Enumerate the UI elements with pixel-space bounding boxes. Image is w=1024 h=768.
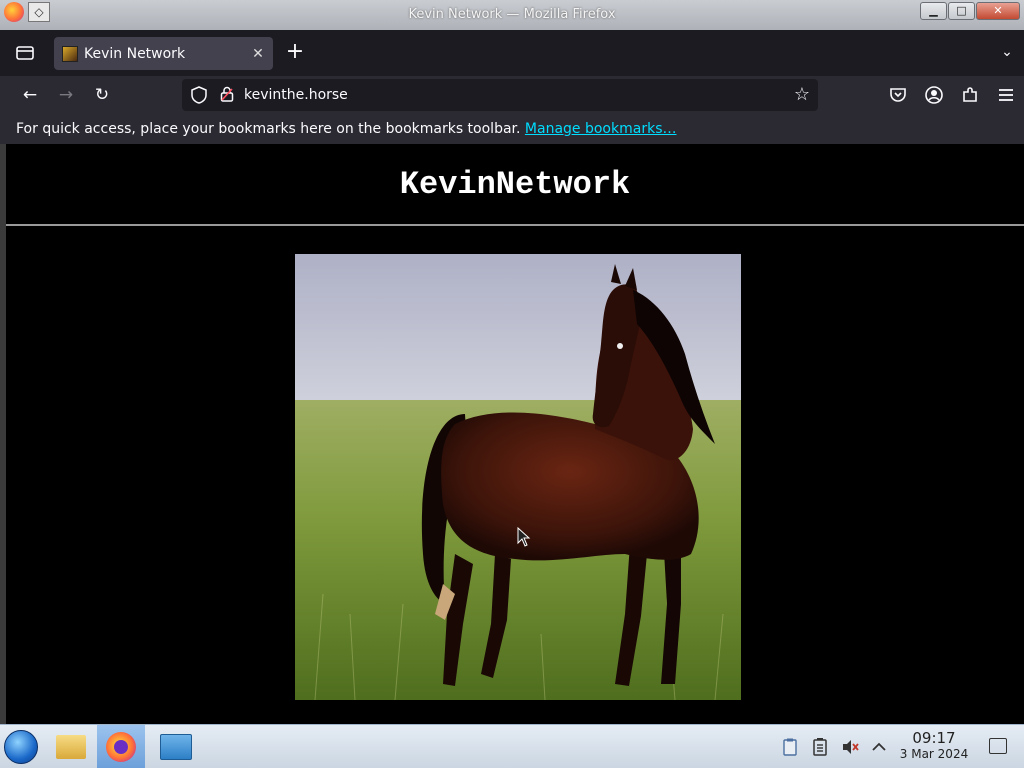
chevron-up-icon[interactable] [869, 737, 889, 757]
lock-icon[interactable] [220, 86, 234, 102]
taskbar: 09:17 3 Mar 2024 [0, 724, 1024, 768]
show-desktop-icon[interactable] [989, 738, 1007, 754]
mouse-cursor-icon [517, 527, 531, 547]
clock-date: 3 Mar 2024 [899, 747, 969, 761]
horse-image [295, 254, 741, 700]
window-title: Kevin Network — Mozilla Firefox [408, 7, 616, 22]
file-manager-launcher[interactable] [46, 725, 94, 768]
site-title: KevinNetwork [399, 166, 631, 203]
clock[interactable]: 09:17 3 Mar 2024 [896, 730, 972, 762]
url-text[interactable]: kevinthe.horse [244, 87, 348, 103]
hamburger-menu-icon[interactable] [996, 85, 1016, 105]
maximize-button[interactable]: □ [948, 2, 975, 20]
navigation-toolbar: ← → ↻ kevinthe.horse ☆ [0, 76, 1024, 114]
clipboard-icon[interactable] [780, 737, 800, 757]
folder-icon [56, 735, 86, 759]
list-all-tabs-icon[interactable]: ⌄ [998, 44, 1016, 62]
tab-kevin-network[interactable]: Kevin Network ✕ [54, 37, 273, 70]
firefox-icon [106, 732, 136, 762]
window-controls: ▁ □ ✕ [920, 2, 1020, 20]
account-icon[interactable] [924, 85, 944, 105]
back-button[interactable]: ← [20, 85, 40, 105]
site-favicon-icon [62, 45, 78, 62]
extensions-icon[interactable] [960, 85, 980, 105]
page-content: KevinNetwork [0, 144, 1024, 724]
close-window-button[interactable]: ✕ [976, 2, 1020, 20]
manage-bookmarks-link[interactable]: Manage bookmarks… [525, 121, 677, 137]
system-monitor-launcher[interactable] [150, 725, 198, 768]
close-tab-icon[interactable]: ✕ [249, 46, 267, 62]
url-bar[interactable]: kevinthe.horse ☆ [182, 79, 818, 111]
firefox-launcher[interactable] [97, 725, 145, 768]
reload-button[interactable]: ↻ [92, 85, 112, 105]
forward-button[interactable]: → [56, 85, 76, 105]
volume-muted-icon[interactable] [840, 737, 860, 757]
tracking-protection-shield-icon[interactable] [191, 86, 207, 104]
tab-strip: Kevin Network ✕ + ⌄ [0, 30, 1024, 76]
tab-label: Kevin Network [84, 45, 186, 62]
battery-icon[interactable] [810, 737, 830, 757]
pocket-icon[interactable] [888, 85, 908, 105]
site-header: KevinNetwork [6, 144, 1024, 226]
firefox-view-icon[interactable] [15, 44, 35, 62]
bookmarks-toolbar: For quick access, place your bookmarks h… [0, 114, 1024, 144]
start-menu-icon[interactable] [4, 730, 38, 764]
system-monitor-icon [160, 734, 192, 760]
bookmarks-hint-text: For quick access, place your bookmarks h… [16, 121, 521, 137]
bookmark-star-icon[interactable]: ☆ [794, 84, 810, 105]
new-tab-button[interactable]: + [284, 41, 306, 64]
clock-time: 09:17 [912, 729, 956, 747]
window-titlebar: ◇ Kevin Network — Mozilla Firefox ▁ □ ✕ [0, 0, 1024, 30]
minimize-button[interactable]: ▁ [920, 2, 947, 20]
